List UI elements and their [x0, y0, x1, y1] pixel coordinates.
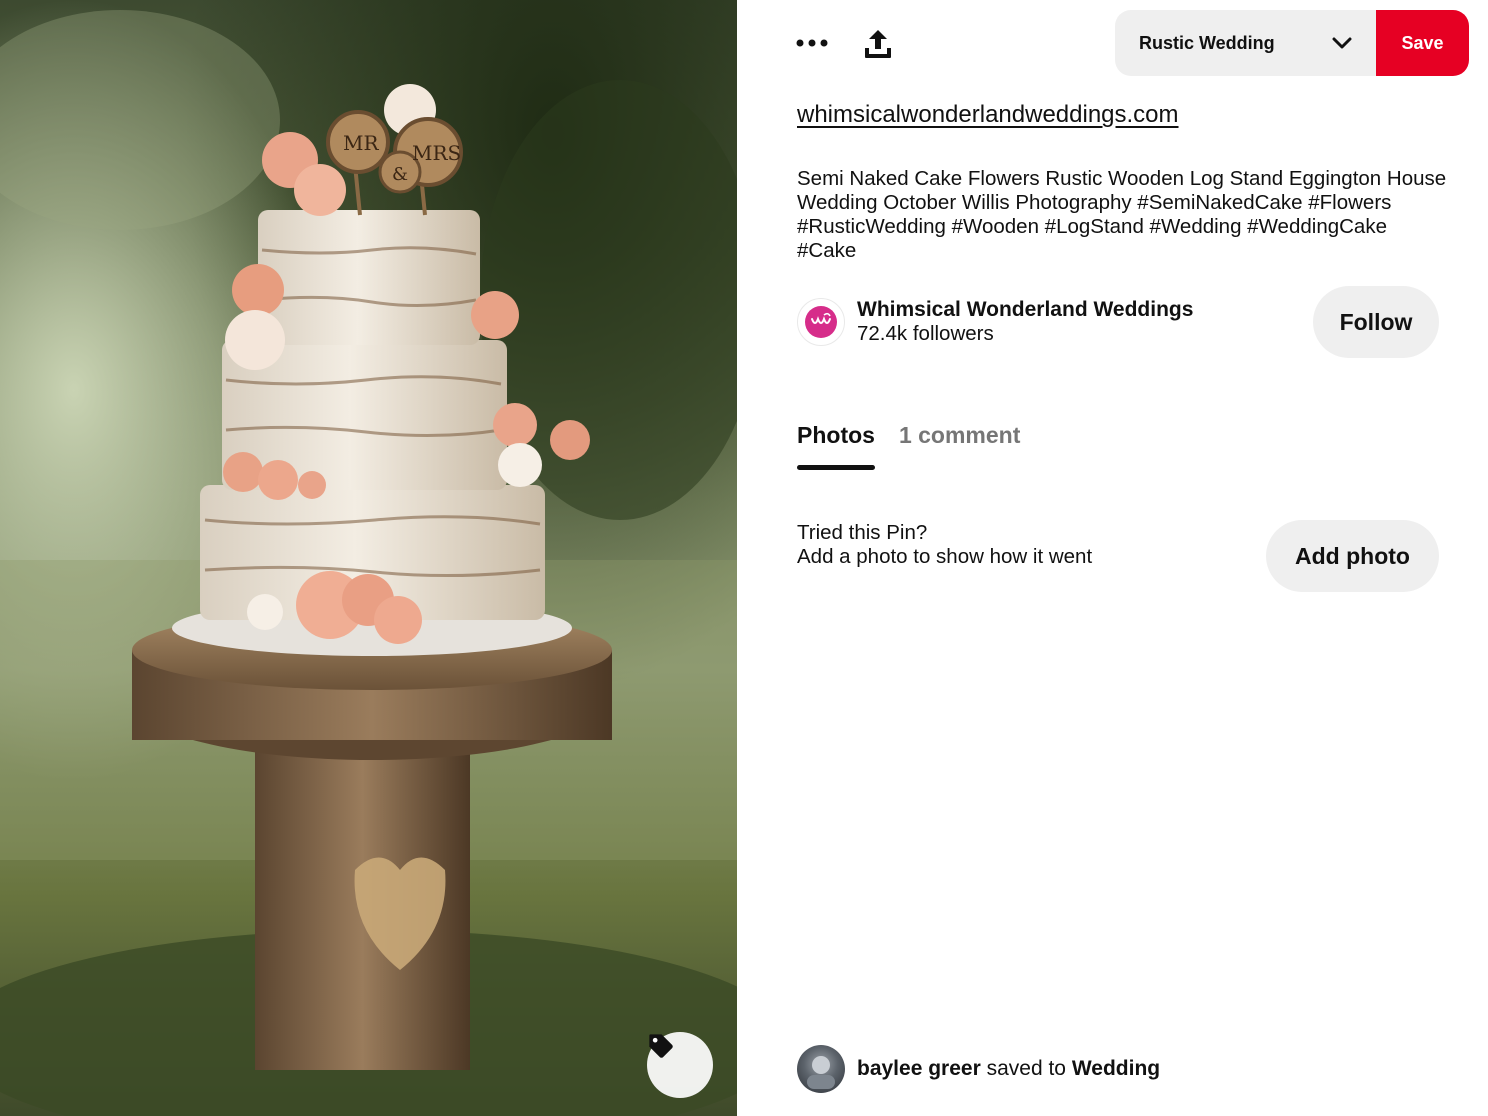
pin-tabs: Photos 1 comment [797, 422, 1020, 470]
saved-board-name[interactable]: Wedding [1072, 1057, 1160, 1080]
product-tag-button[interactable] [647, 1032, 713, 1098]
tab-comments[interactable]: 1 comment [899, 422, 1020, 470]
share-button[interactable] [857, 24, 899, 64]
save-button[interactable]: Save [1376, 10, 1469, 76]
creator-avatar[interactable] [797, 297, 845, 346]
saver-name[interactable]: baylee greer [857, 1057, 981, 1080]
board-select-dropdown[interactable]: Rustic Wedding [1115, 10, 1377, 76]
share-upload-icon [865, 30, 891, 58]
creator-followers: 72.4k followers [857, 322, 994, 345]
pin-details-panel: Rustic Wedding Save whimsicalwonderlandw… [737, 0, 1488, 1116]
tried-subtitle: Add a photo to show how it went [797, 545, 1093, 568]
creator-info: Whimsical Wonderland Weddings 72.4k foll… [797, 297, 1193, 346]
svg-text:MR: MR [343, 131, 379, 155]
more-options-button[interactable] [793, 26, 831, 60]
avatar[interactable] [797, 1045, 845, 1093]
saved-verb: saved to [986, 1057, 1066, 1080]
svg-text:&: & [392, 164, 408, 185]
tag-icon [649, 1034, 673, 1058]
wedding-cake-photo: MR MRS & [0, 0, 737, 1116]
chevron-down-icon [1327, 28, 1357, 58]
ellipsis-icon [796, 39, 828, 47]
tried-title: Tried this Pin? [797, 521, 928, 544]
source-link[interactable]: whimsicalwonderlandweddings.com [797, 101, 1179, 129]
saved-by-row: baylee greer saved to Wedding [797, 1045, 1160, 1093]
saved-by-text: baylee greer saved to Wedding [857, 1057, 1160, 1081]
user-photo-icon [807, 1056, 835, 1089]
follow-button[interactable]: Follow [1313, 286, 1439, 358]
pin-image[interactable]: MR MRS & [0, 0, 737, 1116]
creator-logo-icon [805, 305, 837, 338]
tab-photos[interactable]: Photos [797, 422, 875, 470]
board-select-value: Rustic Wedding [1139, 32, 1275, 53]
add-photo-button[interactable]: Add photo [1266, 520, 1439, 592]
pin-description: Semi Naked Cake Flowers Rustic Wooden Lo… [797, 167, 1447, 262]
tried-prompt: Tried this Pin? Add a photo to show how … [797, 521, 1092, 569]
creator-name[interactable]: Whimsical Wonderland Weddings [857, 297, 1193, 322]
svg-text:MRS: MRS [412, 141, 461, 165]
